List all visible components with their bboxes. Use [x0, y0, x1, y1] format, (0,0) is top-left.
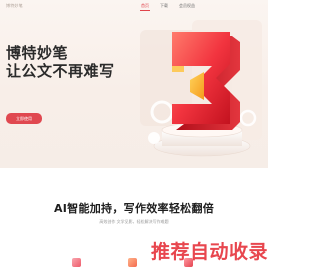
- use-now-button[interactable]: 立即使用: [6, 113, 42, 124]
- hero-banner: 博特妙笔 首页 下载 会员权益 博特妙笔 让公文不再难写 立即使用: [0, 0, 268, 168]
- hero-title: 博特妙笔 让公文不再难写: [6, 44, 115, 80]
- ring-decoration: [148, 132, 160, 144]
- hero-title-line-2: 让公文不再难写: [6, 62, 115, 80]
- brand-logo-text[interactable]: 博特妙笔: [6, 3, 23, 9]
- feature-2-icon[interactable]: [128, 258, 137, 267]
- feature-3-icon[interactable]: [184, 258, 193, 267]
- hero-3d-number-illustration: [140, 20, 262, 157]
- section-title: AI智能加持，写作效率轻松翻倍: [53, 202, 215, 215]
- nav-item-download[interactable]: 下载: [159, 2, 169, 11]
- gold-accent-shape: [172, 66, 184, 72]
- main-nav: 首页 下载 会员权益: [140, 2, 196, 11]
- section-subtitle: 高效创作 文学见影，轻松解决写作难题: [99, 219, 169, 224]
- nav-item-membership[interactable]: 会员权益: [178, 2, 196, 11]
- feature-icon-row: [0, 258, 268, 272]
- nav-item-home[interactable]: 首页: [140, 2, 150, 11]
- hero-title-line-1: 博特妙笔: [6, 44, 69, 62]
- feature-1-icon[interactable]: [72, 258, 81, 267]
